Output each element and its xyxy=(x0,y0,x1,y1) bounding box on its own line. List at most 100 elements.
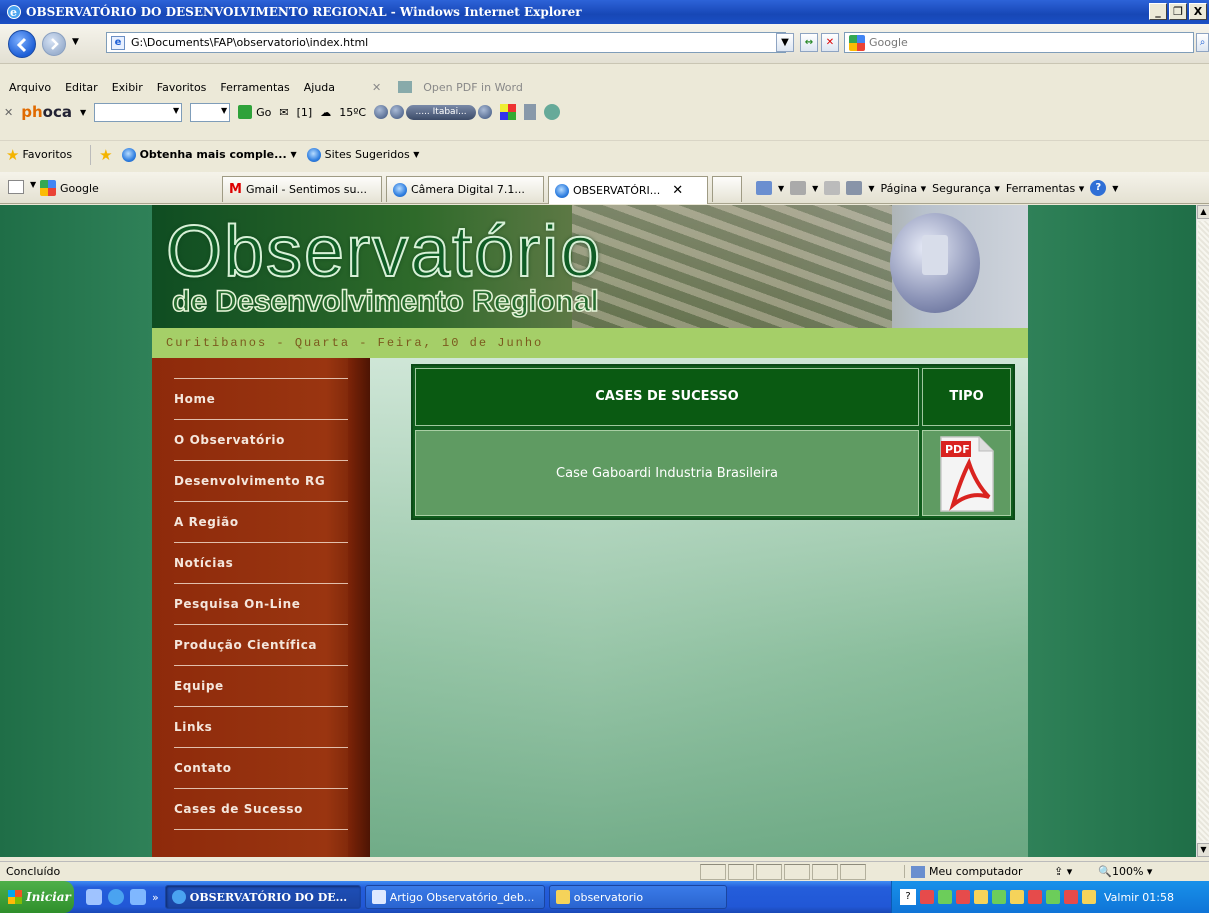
chevron-down-icon[interactable]: ▼ xyxy=(80,108,86,117)
tray-icon[interactable] xyxy=(1028,890,1042,904)
play-icon[interactable] xyxy=(374,105,389,119)
scroll-up-button[interactable]: ▲ xyxy=(1197,205,1209,219)
print-icon[interactable] xyxy=(846,181,863,195)
mail-icon[interactable]: ✉ xyxy=(279,106,288,119)
feeds-dropdown-icon[interactable]: ▼ xyxy=(812,184,818,193)
security-menu[interactable]: Segurança ▾ xyxy=(932,182,1000,195)
tab-camera[interactable]: Câmera Digital 7.1... xyxy=(386,176,544,202)
refresh-icon[interactable]: ↔ xyxy=(800,33,818,52)
nav-item-a-regiao[interactable]: A Região xyxy=(152,501,348,542)
tray-icon[interactable] xyxy=(956,890,970,904)
tools-menu[interactable]: Ferramentas ▾ xyxy=(1006,182,1084,195)
nav-item-equipe[interactable]: Equipe xyxy=(152,665,348,706)
print-dropdown-icon[interactable]: ▼ xyxy=(868,184,874,193)
home-icon[interactable] xyxy=(756,181,772,195)
help-tray-icon[interactable]: ? xyxy=(900,889,916,905)
maximize-button[interactable]: ❐ xyxy=(1169,3,1187,20)
close-button[interactable]: X xyxy=(1189,3,1207,20)
nav-item-desenvolvimento-rg[interactable]: Desenvolvimento RG xyxy=(152,460,348,501)
menu-ferramentas[interactable]: Ferramentas xyxy=(213,81,296,94)
stop-icon[interactable]: ✕ xyxy=(821,33,839,52)
tray-icon[interactable] xyxy=(1064,890,1078,904)
radio-station[interactable]: ..... Itabai... xyxy=(406,104,477,120)
back-button[interactable] xyxy=(8,30,36,58)
home-dropdown-icon[interactable]: ▼ xyxy=(778,184,784,193)
messenger-icon[interactable] xyxy=(544,104,561,120)
close-toolbar-icon[interactable]: ✕ xyxy=(4,106,13,119)
phoca-logo[interactable]: phoca xyxy=(21,103,72,121)
mail-count[interactable]: [1] xyxy=(297,106,313,119)
zoom-control[interactable]: 🔍100% ▾ xyxy=(1098,865,1152,878)
tab-google[interactable]: Google xyxy=(40,180,99,196)
tray-icon[interactable] xyxy=(1046,890,1060,904)
tray-icon[interactable] xyxy=(920,890,934,904)
add-favorite-icon[interactable]: ★ xyxy=(99,146,112,164)
nav-item-cases-de-sucesso[interactable]: Cases de Sucesso xyxy=(152,788,348,829)
menu-ajuda[interactable]: Ajuda xyxy=(297,81,342,94)
scroll-down-button[interactable]: ▼ xyxy=(1197,843,1209,857)
tray-icon[interactable] xyxy=(1010,890,1024,904)
pdf-icon[interactable]: PDF xyxy=(939,435,995,513)
help-dropdown-icon[interactable]: ▼ xyxy=(1112,184,1118,193)
start-button[interactable]: Iniciar xyxy=(0,881,74,913)
read-mail-icon[interactable] xyxy=(824,181,841,195)
tab-gmail[interactable]: M Gmail - Sentimos su... xyxy=(222,176,382,202)
close-icon[interactable]: ✕ xyxy=(365,81,388,94)
go-button[interactable]: Go xyxy=(238,105,271,119)
stop-icon[interactable] xyxy=(390,105,405,119)
address-field[interactable]: e G:\Documents\FAP\observatorio\index.ht… xyxy=(106,32,786,53)
tray-icon[interactable] xyxy=(938,890,952,904)
nav-item-links[interactable]: Links xyxy=(152,706,348,747)
table-cell-case-name[interactable]: Case Gaboardi Industria Brasileira xyxy=(415,430,919,516)
open-pdf-in-word-button[interactable]: ✕ Open PDF in Word xyxy=(358,81,537,94)
menu-exibir[interactable]: Exibir xyxy=(105,81,150,94)
quick-tabs-icon[interactable] xyxy=(8,180,24,194)
tab-list-icon[interactable]: ▼ xyxy=(30,180,36,189)
radio-player[interactable]: ..... Itabai... xyxy=(374,104,493,120)
forward-button[interactable] xyxy=(42,32,66,56)
addon-icon[interactable] xyxy=(500,104,517,120)
address-dropdown-button[interactable]: ▼ xyxy=(776,33,794,52)
favorites-button[interactable]: ★ Favoritos xyxy=(6,146,72,164)
taskbar-button-observatorio-folder[interactable]: observatorio xyxy=(548,885,727,909)
calculator-icon[interactable] xyxy=(524,104,537,120)
search-combo[interactable] xyxy=(94,102,183,122)
vertical-scrollbar[interactable]: ▲ ▼ xyxy=(1196,205,1209,857)
nav-item-pesquisa-on-line[interactable]: Pesquisa On-Line xyxy=(152,583,348,624)
ie-icon xyxy=(306,147,321,162)
nav-item-contato[interactable]: Contato xyxy=(152,747,348,788)
volume-icon[interactable] xyxy=(478,105,493,119)
favorite-item-sites-sugeridos[interactable]: Sites Sugeridos ▼ xyxy=(306,147,419,162)
search-button[interactable]: ⌕ xyxy=(1196,33,1209,52)
tab-observatorio[interactable]: OBSERVATÓRI... ✕ xyxy=(548,176,708,204)
help-icon[interactable]: ? xyxy=(1090,180,1107,196)
minimize-button[interactable]: _ xyxy=(1149,3,1167,20)
favorite-item-obtenha[interactable]: Obtenha mais comple... ▼ xyxy=(121,147,297,162)
tray-icon[interactable] xyxy=(974,890,988,904)
tray-icon[interactable] xyxy=(1082,890,1096,904)
nav-item-home[interactable]: Home xyxy=(152,378,348,419)
search-type-combo[interactable] xyxy=(190,102,231,122)
close-tab-icon[interactable]: ✕ xyxy=(672,183,683,198)
quick-launch-more-icon[interactable]: » xyxy=(152,891,159,904)
protected-mode-icon[interactable]: ⇪ ▾ xyxy=(1054,865,1072,878)
taskbar-button-artigo[interactable]: Artigo Observatório_deb... xyxy=(364,885,545,909)
history-dropdown-icon[interactable]: ▼ xyxy=(72,37,79,47)
feeds-icon[interactable] xyxy=(790,181,807,195)
ie-icon[interactable] xyxy=(108,889,124,905)
menu-arquivo[interactable]: Arquivo xyxy=(2,81,58,94)
search-input[interactable]: Google xyxy=(844,32,1194,53)
weather-value[interactable]: 15ºC xyxy=(339,106,366,119)
menu-editar[interactable]: Editar xyxy=(58,81,105,94)
new-tab-button[interactable] xyxy=(712,176,742,202)
page-menu[interactable]: Página ▾ xyxy=(880,182,926,195)
tray-icon[interactable] xyxy=(992,890,1006,904)
scroll-thumb[interactable] xyxy=(1198,221,1209,841)
nav-item-producao-cientifica[interactable]: Produção Científica xyxy=(152,624,348,665)
outlook-icon[interactable] xyxy=(130,889,146,905)
taskbar-button-observatorio[interactable]: OBSERVATÓRIO DO DE... xyxy=(164,885,361,909)
nav-item-o-observatorio[interactable]: O Observatório xyxy=(152,419,348,460)
show-desktop-icon[interactable] xyxy=(86,889,102,905)
menu-favoritos[interactable]: Favoritos xyxy=(150,81,214,94)
nav-item-noticias[interactable]: Notícias xyxy=(152,542,348,583)
